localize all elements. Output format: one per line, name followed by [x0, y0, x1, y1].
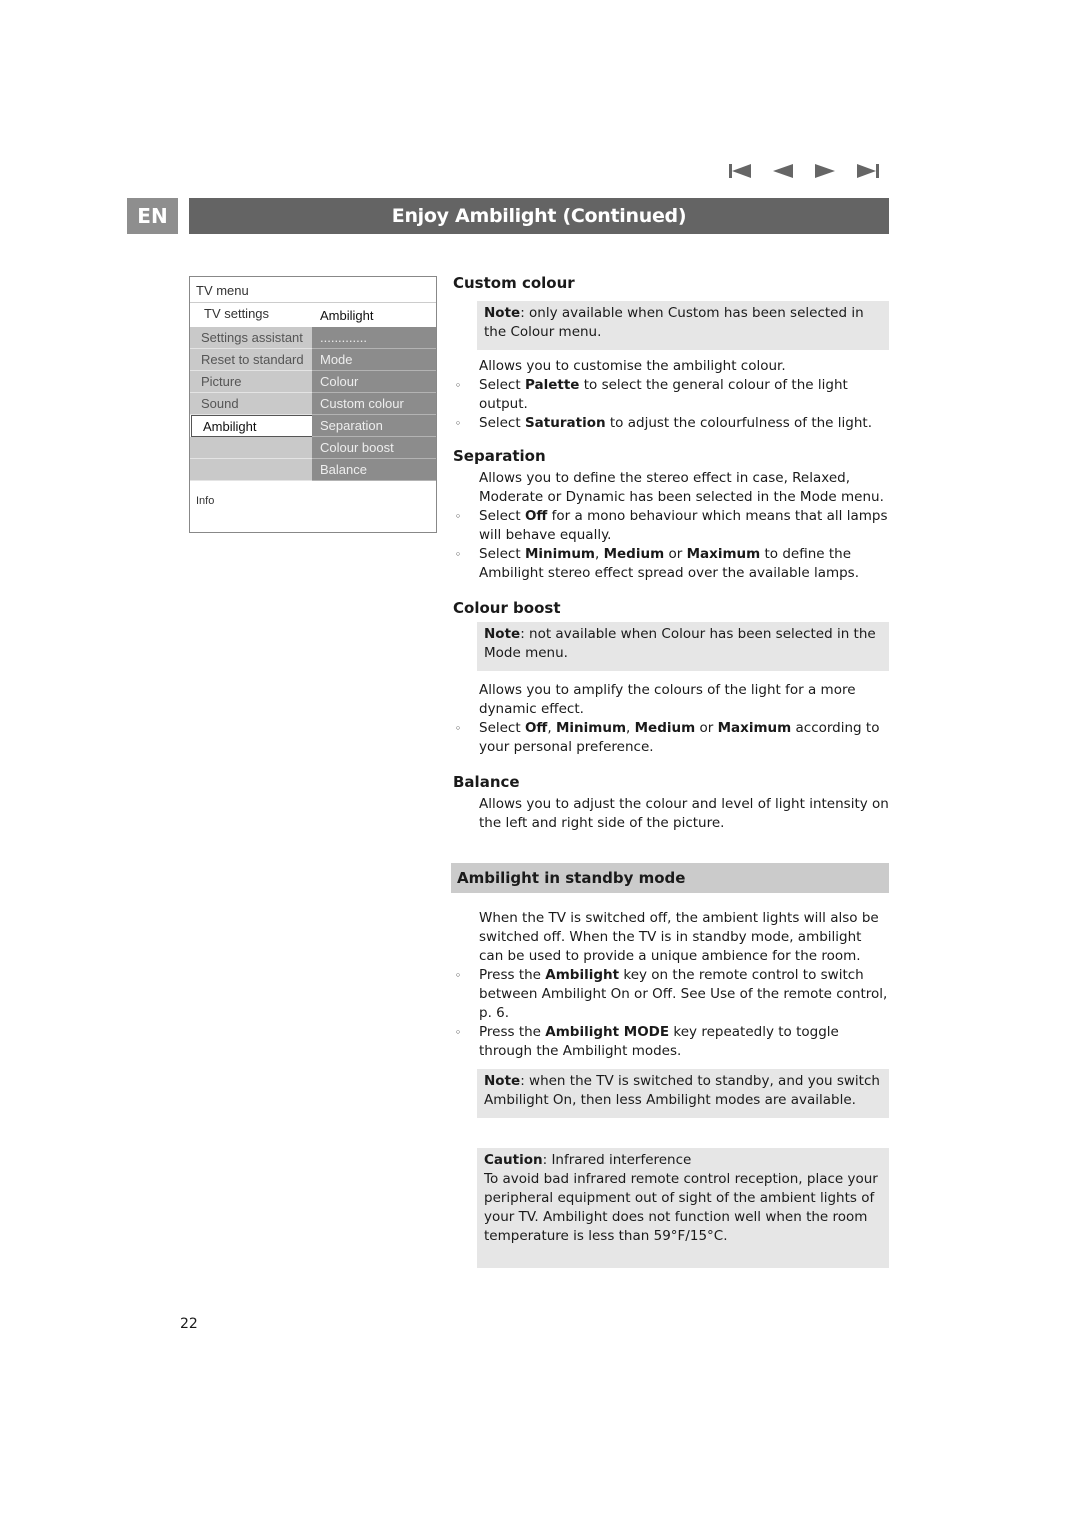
- menu-item-reset-to-standard[interactable]: Reset to standard: [190, 349, 312, 371]
- page-number: 22: [180, 1316, 198, 1332]
- submenu-item-balance[interactable]: Balance: [312, 459, 436, 481]
- bullet-icon: ◦: [454, 969, 462, 982]
- paragraph: When the TV is switched off, the ambient…: [479, 910, 879, 964]
- text: Select: [479, 415, 525, 431]
- menu-item-empty: [190, 437, 312, 459]
- tv-settings-header: TV settings: [204, 306, 270, 321]
- ambilight-submenu-list: ............. Mode Colour Custom colour …: [312, 327, 436, 481]
- previous-icon[interactable]: [771, 162, 795, 180]
- bullet-icon: ◦: [454, 379, 462, 392]
- submenu-item-separation[interactable]: Separation: [312, 415, 436, 437]
- page-title: Enjoy Ambilight (Continued): [189, 198, 889, 234]
- language-badge: EN: [127, 198, 178, 234]
- bullet-item: ◦ Press the Ambilight MODE key repeatedly…: [453, 1023, 889, 1061]
- bullet-item: ◦ Select Off for a mono behaviour which m…: [453, 507, 889, 545]
- menu-item-settings-assistant[interactable]: Settings assistant: [190, 327, 312, 349]
- tv-menu-title: TV menu: [196, 283, 249, 298]
- bold-term: Minimum: [555, 720, 627, 736]
- bold-term: Off: [524, 720, 548, 736]
- text: Press the: [479, 1024, 546, 1040]
- submenu-item-ellipsis[interactable]: .............: [312, 327, 436, 349]
- tv-menu-panel: TV menu TV settings Ambilight Settings a…: [189, 276, 437, 533]
- section-heading-standby: Ambilight in standby mode: [451, 863, 889, 893]
- bold-term: Ambilight: [545, 967, 620, 983]
- bold-term: Maximum: [686, 546, 761, 562]
- bold-term: Ambilight MODE: [545, 1024, 670, 1040]
- caution-box: Caution: Infrared interference To avoid …: [477, 1148, 889, 1268]
- note-text: : when the TV is switched to standby, an…: [484, 1073, 880, 1108]
- tv-settings-list: Settings assistant Reset to standard Pic…: [190, 327, 313, 481]
- text: Press the: [479, 967, 546, 983]
- heading-separation: Separation: [453, 447, 546, 465]
- bold-term: Medium: [603, 546, 665, 562]
- bold-term: Medium: [634, 720, 696, 736]
- note-box: Note: not available when Colour has been…: [477, 622, 889, 671]
- note-text: : only available when Custom has been se…: [484, 305, 864, 340]
- menu-item-ambilight[interactable]: Ambilight: [191, 415, 313, 437]
- submenu-item-colour[interactable]: Colour: [312, 371, 436, 393]
- bold-term: Off: [524, 508, 548, 524]
- paragraph: Allows you to customise the ambilight co…: [479, 358, 786, 374]
- submenu-item-custom-colour[interactable]: Custom colour: [312, 393, 436, 415]
- note-label: Note: [484, 305, 521, 321]
- paragraph: Allows you to define the stereo effect i…: [479, 470, 884, 505]
- ambilight-header: Ambilight: [320, 308, 374, 323]
- content-column: Custom colour Note: only available when …: [451, 272, 889, 1268]
- info-label: Info: [196, 495, 215, 507]
- bullet-item: ◦ Select Minimum, Medium or Maximum to de…: [453, 545, 889, 583]
- note-box: Note: when the TV is switched to standby…: [477, 1069, 889, 1118]
- bullet-item: ◦ Select Saturation to adjust the colourf…: [453, 414, 889, 433]
- menu-item-sound[interactable]: Sound: [190, 393, 312, 415]
- bullet-icon: ◦: [454, 722, 462, 735]
- note-text: : not available when Colour has been sel…: [484, 626, 876, 661]
- bullet-item: ◦ Select Palette to select the general co…: [453, 376, 889, 414]
- text: ,: [626, 720, 635, 736]
- heading-balance: Balance: [453, 773, 520, 791]
- bullet-icon: ◦: [454, 1026, 462, 1039]
- text: ,: [595, 546, 604, 562]
- bold-term: Minimum: [524, 546, 595, 562]
- caution-text: To avoid bad infrared remote control rec…: [484, 1171, 878, 1244]
- bullet-item: ◦ Select Off, Minimum, Medium or Maximum …: [453, 719, 889, 757]
- next-icon[interactable]: [813, 162, 837, 180]
- text: Select: [479, 546, 525, 562]
- text: or: [664, 546, 687, 562]
- note-label: Note: [484, 626, 521, 642]
- note-label: Note: [484, 1073, 521, 1089]
- caution-title: : Infrared interference: [542, 1152, 692, 1168]
- text: ,: [547, 720, 556, 736]
- skip-to-last-icon[interactable]: [856, 162, 880, 180]
- paragraph: Allows you to adjust the colour and leve…: [479, 796, 889, 831]
- menu-item-empty: [190, 459, 312, 481]
- heading-colour-boost: Colour boost: [453, 599, 561, 617]
- note-box: Note: only available when Custom has bee…: [477, 301, 889, 350]
- text: to adjust the colourfulness of the light…: [605, 415, 872, 431]
- text: Select: [479, 508, 525, 524]
- bold-term: Maximum: [717, 720, 792, 736]
- caution-label: Caution: [484, 1152, 543, 1168]
- divider: [190, 302, 436, 303]
- submenu-item-colour-boost[interactable]: Colour boost: [312, 437, 436, 459]
- heading-custom-colour: Custom colour: [453, 274, 575, 292]
- paragraph: Allows you to amplify the colours of the…: [479, 682, 856, 717]
- skip-to-first-icon[interactable]: [728, 162, 752, 180]
- bullet-item: ◦ Press the Ambilight key on the remote c…: [453, 966, 889, 1023]
- bullet-icon: ◦: [454, 510, 462, 523]
- submenu-item-mode[interactable]: Mode: [312, 349, 436, 371]
- text: or: [695, 720, 718, 736]
- bullet-icon: ◦: [454, 548, 462, 561]
- text: Select: [479, 720, 525, 736]
- text: Select: [479, 377, 525, 393]
- bold-term: Saturation: [524, 415, 606, 431]
- bold-term: Palette: [524, 377, 580, 393]
- bullet-icon: ◦: [454, 417, 462, 430]
- menu-item-picture[interactable]: Picture: [190, 371, 312, 393]
